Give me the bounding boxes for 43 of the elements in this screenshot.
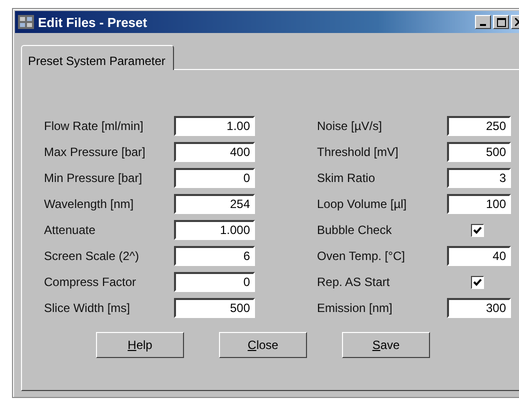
input-field[interactable]: 500 <box>447 142 511 162</box>
minimize-button[interactable] <box>475 15 491 29</box>
checkbox[interactable] <box>470 224 484 236</box>
dialog-button[interactable]: Help <box>96 332 184 358</box>
field-label: Loop Volume [µl] <box>317 197 408 211</box>
dialog-button[interactable]: Save <box>342 332 430 358</box>
field-label: Slice Width [ms] <box>44 301 132 315</box>
input-field[interactable]: 1.00 <box>174 116 255 136</box>
field-label: Attenuate <box>44 223 96 237</box>
checkbox[interactable] <box>470 276 484 288</box>
input-field[interactable]: 250 <box>447 116 511 136</box>
field-label: Rep. AS Start <box>317 275 391 289</box>
input-field[interactable]: 0 <box>174 272 255 292</box>
field-label: Flow Rate [ml/min] <box>44 119 144 133</box>
checkmark-icon <box>472 226 482 234</box>
field-label: Wavelength [nm] <box>44 197 135 211</box>
tab[interactable]: Preset System Parameter <box>21 45 174 70</box>
input-field[interactable]: 100 <box>447 194 511 214</box>
field-label: Min Pressure [bar] <box>44 171 144 185</box>
input-field[interactable]: 300 <box>447 298 511 318</box>
window-title: Edit Files - Preset <box>38 14 148 30</box>
field-label: Compress Factor <box>44 275 138 289</box>
field-label: Emission [nm] <box>317 301 394 315</box>
input-field[interactable]: 1.000 <box>174 220 255 240</box>
input-field[interactable]: 500 <box>174 298 255 318</box>
checkmark-icon <box>472 278 482 286</box>
field-label: Threshold [mV] <box>317 145 400 159</box>
input-field[interactable]: 400 <box>174 142 255 162</box>
maximize-button[interactable] <box>493 15 509 29</box>
field-label: Max Pressure [bar] <box>44 145 146 159</box>
maximize-icon <box>496 18 506 26</box>
input-field[interactable]: 6 <box>174 246 255 266</box>
input-field[interactable]: 40 <box>447 246 511 266</box>
input-field[interactable]: 3 <box>447 168 511 188</box>
field-label: Bubble Check <box>317 223 393 237</box>
input-field[interactable]: 0 <box>174 168 255 188</box>
field-label: Oven Temp. [°C] <box>317 249 406 263</box>
field-label: Skim Ratio <box>317 171 376 185</box>
field-label: Noise [µV/s] <box>317 119 383 133</box>
app-icon <box>18 15 34 29</box>
input-field[interactable]: 254 <box>174 194 255 214</box>
dialog-button[interactable]: Close <box>219 332 307 358</box>
field-label: Screen Scale (2^) <box>44 249 140 263</box>
